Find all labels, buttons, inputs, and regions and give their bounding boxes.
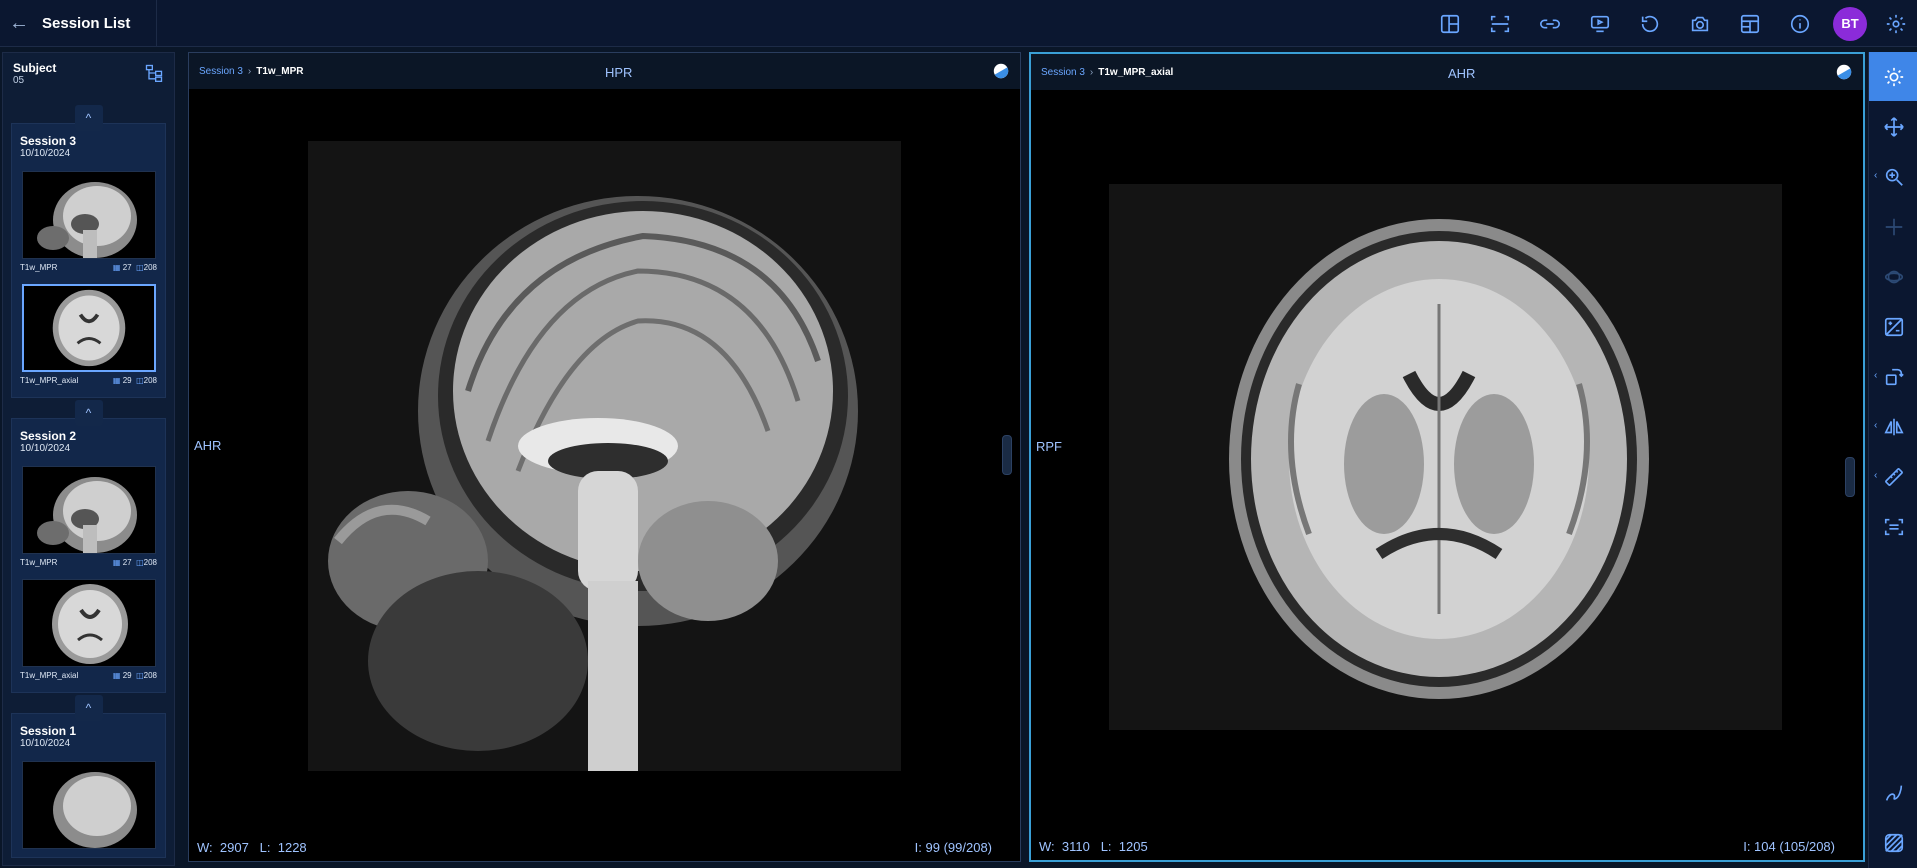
collapse-session-2-button[interactable]: ^ (74, 400, 103, 426)
session-card: Session 3 10/10/2024 T1w_MPR ▦ 27 ◫208 T… (11, 123, 166, 398)
series-thumbnail-selected[interactable] (21, 284, 156, 372)
series-thumbnail[interactable] (21, 761, 156, 849)
tool-sidebar: ‹ ‹ ‹ ‹ (1868, 52, 1917, 868)
axial-mri-image (1109, 184, 1782, 730)
collapse-session-3-button[interactable]: ^ (74, 105, 103, 131)
series-name: T1w_MPR_axial (20, 376, 79, 385)
top-bar: ← Session List BT (0, 0, 1917, 47)
session-date: 10/10/2024 (20, 148, 71, 159)
instance-icon: ▦ (112, 263, 121, 272)
zoom-icon[interactable]: ‹ (1869, 152, 1917, 201)
orientation-top-label: HPR (605, 65, 633, 80)
fit-icon[interactable] (1869, 502, 1917, 551)
instance-icon: ▦ (112, 376, 121, 385)
series-counts: ▦ 27 ◫208 (112, 263, 157, 272)
instance-icon: ▦ (112, 558, 121, 567)
session-title: Session 3 (20, 134, 77, 148)
instance-icon: ▦ (112, 671, 121, 680)
stack-icon: ◫ (136, 671, 144, 680)
slice-index: I: 104 (105/208) (1743, 839, 1835, 854)
level-value: 1205 (1118, 839, 1148, 854)
series-name: T1w_MPR_axial (20, 671, 79, 680)
slice-scrollbar[interactable] (1845, 457, 1855, 497)
link-icon[interactable] (1525, 0, 1575, 47)
rotate-3d-icon[interactable] (1869, 252, 1917, 301)
camera-icon[interactable] (1675, 0, 1725, 47)
breadcrumb-series: T1w_MPR (256, 65, 304, 77)
contrast-icon[interactable] (1835, 63, 1853, 84)
avatar[interactable]: BT (1833, 6, 1867, 41)
sagittal-mri-image (308, 141, 901, 771)
flip-icon[interactable]: ‹ (1869, 402, 1917, 451)
presentation-icon[interactable] (1575, 0, 1625, 47)
series-name: T1w_MPR (20, 558, 58, 567)
texture-icon[interactable] (1869, 818, 1917, 867)
series-meta: T1w_MPR_axial ▦ 29 ◫208 (20, 671, 157, 680)
window-value: 3110 (1061, 839, 1090, 854)
series-counts: ▦ 29 ◫208 (112, 671, 157, 680)
series-meta: T1w_MPR ▦ 27 ◫208 (20, 263, 157, 272)
session-card: Session 1 10/10/2024 (11, 713, 166, 858)
breadcrumb-session[interactable]: Session 3 (1041, 67, 1085, 78)
orientation-left-label: AHR (194, 438, 222, 453)
window-value: 2907 (219, 840, 249, 855)
chevron-left-icon: ‹ (1874, 470, 1878, 481)
crosshair-icon[interactable] (1869, 202, 1917, 251)
series-thumbnail[interactable] (21, 171, 156, 259)
viewport-header: Session 3 › T1w_MPR_axial AHR (1031, 54, 1863, 90)
session-list-title[interactable]: Session List (36, 0, 158, 47)
arrow-left-icon[interactable]: ← (2, 0, 36, 47)
invert-icon[interactable] (1869, 302, 1917, 351)
series-meta: T1w_MPR ▦ 27 ◫208 (20, 558, 157, 567)
session-date: 10/10/2024 (20, 443, 71, 454)
rotate-icon[interactable]: ‹ (1869, 352, 1917, 401)
info-icon[interactable] (1775, 0, 1825, 47)
crosshair-frame-icon[interactable] (1475, 0, 1525, 47)
window-level-icon[interactable] (1869, 52, 1917, 101)
subject-header: Subject 05 (3, 53, 174, 93)
session-date: 10/10/2024 (20, 738, 71, 749)
stack-icon: ◫ (136, 376, 144, 385)
orientation-left-label: RPF (1036, 439, 1062, 454)
series-counts: ▦ 27 ◫208 (112, 558, 157, 567)
session-sidebar: Subject 05 ^ Session 3 10/10/2024 T1w_MP… (2, 52, 175, 866)
freehand-icon[interactable] (1869, 768, 1917, 817)
slice-scrollbar[interactable] (1002, 435, 1012, 475)
tree-view-icon[interactable] (144, 63, 164, 88)
chevron-left-icon: ‹ (1874, 170, 1878, 181)
breadcrumb-session[interactable]: Session 3 (199, 66, 243, 77)
stack-icon: ◫ (136, 558, 144, 567)
session-title: Session 2 (20, 429, 77, 443)
viewport-axial[interactable]: Session 3 › T1w_MPR_axial AHR RPF W: 311… (1029, 52, 1865, 862)
viewport-header: Session 3 › T1w_MPR HPR (189, 53, 1020, 89)
breadcrumb-series: T1w_MPR_axial (1098, 66, 1174, 78)
contrast-icon[interactable] (992, 62, 1010, 83)
session-title: Session 1 (20, 724, 77, 738)
stack-icon: ◫ (136, 263, 144, 272)
reset-icon[interactable] (1625, 0, 1675, 47)
breadcrumb-separator: › (1089, 66, 1094, 78)
breadcrumb-separator: › (247, 65, 252, 77)
orientation-top-label: AHR (1448, 66, 1476, 81)
gear-icon[interactable] (1875, 0, 1917, 47)
collapse-session-1-button[interactable]: ^ (74, 695, 103, 721)
viewport-sagittal[interactable]: Session 3 › T1w_MPR HPR AHR W: 2907 L: 1… (188, 52, 1021, 862)
pan-icon[interactable] (1869, 102, 1917, 151)
layout-icon[interactable] (1425, 0, 1475, 47)
window-level-readout: W: 2907 L: 1228 (197, 840, 307, 855)
panels-icon[interactable] (1725, 0, 1775, 47)
toolbar: BT (1425, 0, 1917, 47)
session-card: Session 2 10/10/2024 T1w_MPR ▦ 27 ◫208 T… (11, 418, 166, 693)
series-thumbnail[interactable] (21, 466, 156, 554)
ruler-icon[interactable]: ‹ (1869, 452, 1917, 501)
window-level-readout: W: 3110 L: 1205 (1039, 839, 1148, 854)
series-meta: T1w_MPR_axial ▦ 29 ◫208 (20, 376, 157, 385)
series-name: T1w_MPR (20, 263, 58, 272)
chevron-left-icon: ‹ (1874, 370, 1878, 381)
series-counts: ▦ 29 ◫208 (112, 376, 157, 385)
slice-index: I: 99 (99/208) (914, 840, 992, 855)
chevron-left-icon: ‹ (1874, 420, 1878, 431)
level-value: 1228 (277, 840, 307, 855)
series-thumbnail[interactable] (21, 579, 156, 667)
